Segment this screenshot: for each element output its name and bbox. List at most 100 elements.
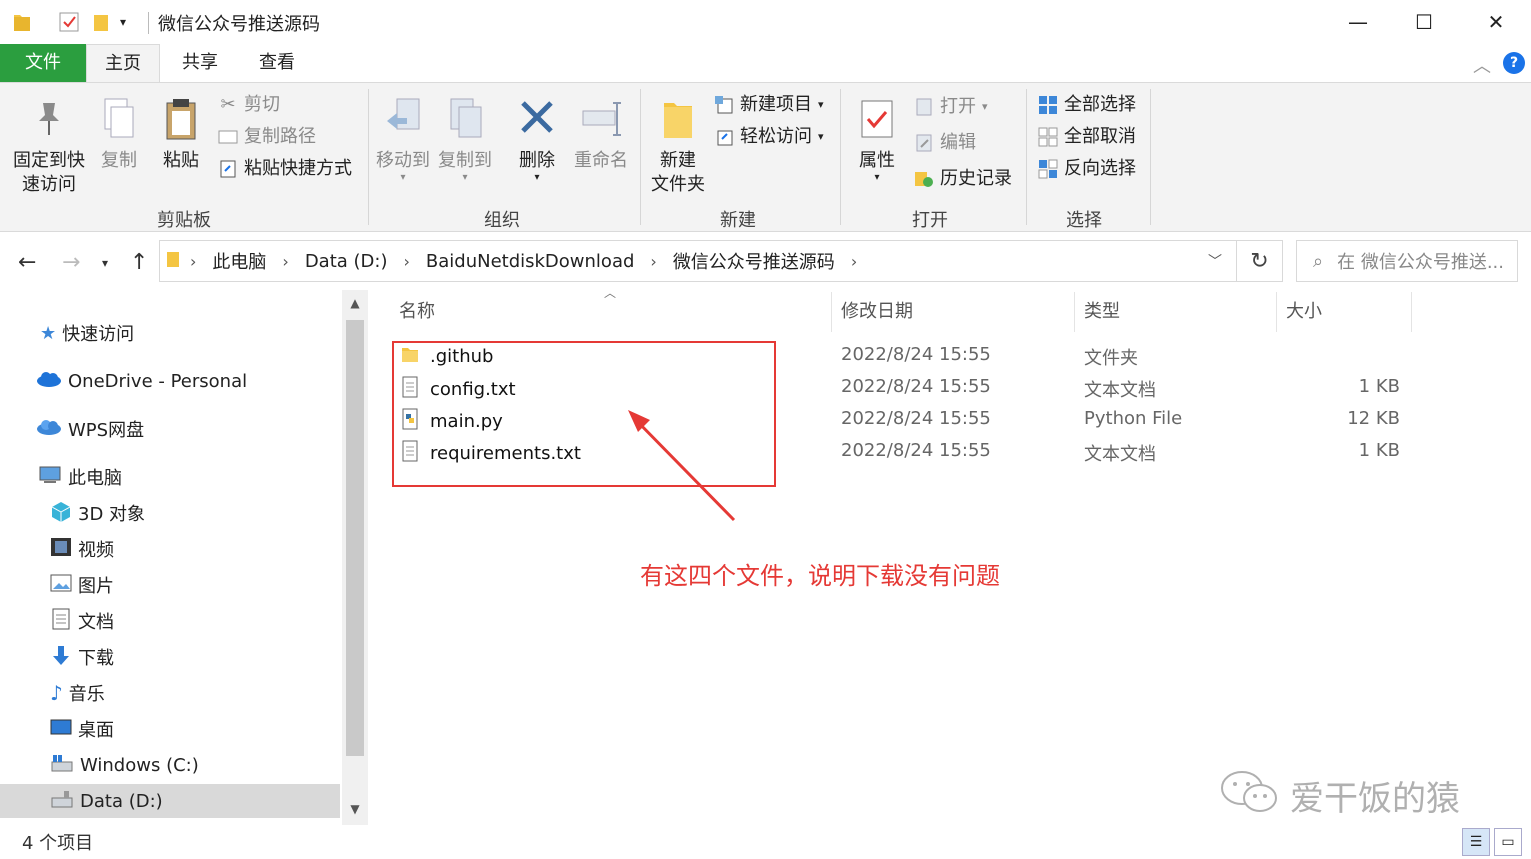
customize-toolbar-icon[interactable]: ▾ bbox=[120, 10, 126, 34]
column-divider[interactable] bbox=[1411, 292, 1412, 332]
column-header-name[interactable]: 名称 bbox=[399, 292, 435, 332]
chevron-right-icon[interactable]: › bbox=[650, 252, 656, 271]
open-button[interactable]: 打开 ▾ bbox=[914, 95, 988, 119]
scroll-down-icon[interactable]: ▼ bbox=[342, 802, 368, 816]
nav-drive-d[interactable]: Data (D:) bbox=[0, 784, 340, 818]
new-folder-quick-icon[interactable] bbox=[92, 10, 112, 34]
breadcrumb-current[interactable]: 微信公众号推送源码 bbox=[673, 248, 835, 274]
invert-selection-button[interactable]: 反向选择 bbox=[1038, 157, 1136, 181]
nav-onedrive[interactable]: OneDrive - Personal bbox=[36, 364, 247, 398]
music-note-icon: ♪ bbox=[50, 681, 63, 705]
column-divider[interactable] bbox=[1074, 292, 1075, 332]
recent-locations-icon[interactable]: ▾ bbox=[102, 256, 108, 270]
maximize-button[interactable]: ☐ bbox=[1392, 0, 1456, 44]
chevron-right-icon[interactable]: › bbox=[282, 252, 288, 271]
search-input[interactable]: ⌕ 在 微信公众号推送... bbox=[1296, 240, 1518, 282]
nav-downloads[interactable]: 下载 bbox=[50, 640, 114, 674]
nav-quick-access[interactable]: ★ 快速访问 bbox=[40, 316, 134, 350]
nav-desktop[interactable]: 桌面 bbox=[50, 712, 114, 746]
nav-drive-c[interactable]: Windows (C:) bbox=[50, 748, 199, 782]
copy-to-button[interactable]: 复制到 ▾ bbox=[436, 95, 494, 183]
breadcrumb-drive-d[interactable]: Data (D:) bbox=[305, 251, 388, 272]
nav-videos-label: 视频 bbox=[78, 540, 114, 561]
properties-quick-icon[interactable] bbox=[58, 10, 80, 34]
select-group-label: 选择 bbox=[1066, 210, 1102, 231]
help-icon[interactable]: ? bbox=[1503, 52, 1525, 74]
close-button[interactable]: ✕ bbox=[1464, 0, 1528, 44]
copy-path-button[interactable]: 复制路径 bbox=[218, 125, 316, 149]
copy-label: 复制 bbox=[101, 150, 137, 171]
scroll-thumb[interactable] bbox=[346, 320, 364, 756]
folder-icon[interactable] bbox=[12, 10, 32, 34]
minimize-button[interactable]: — bbox=[1326, 0, 1390, 44]
search-icon: ⌕ bbox=[1313, 250, 1324, 272]
wechat-icon bbox=[1218, 768, 1282, 823]
file-type: 文件夹 bbox=[1084, 348, 1138, 369]
new-item-button[interactable]: 新建项目 ▾ bbox=[714, 93, 824, 117]
tab-share[interactable]: 共享 bbox=[164, 44, 236, 82]
history-button[interactable]: 历史记录 bbox=[914, 167, 1012, 191]
refresh-icon[interactable]: ↻ bbox=[1237, 240, 1283, 282]
tab-view[interactable]: 查看 bbox=[240, 44, 314, 82]
ribbon-separator bbox=[840, 89, 841, 225]
delete-button[interactable]: 删除 ▾ bbox=[512, 95, 562, 183]
address-bar[interactable]: › 此电脑 › Data (D:) › BaiduNetdiskDownload… bbox=[159, 240, 1237, 282]
rename-button[interactable]: 重命名 bbox=[570, 95, 632, 173]
pin-quick-access-button[interactable]: 固定到快 速访问 bbox=[10, 95, 88, 197]
column-divider[interactable] bbox=[831, 292, 832, 332]
easy-access-button[interactable]: 轻松访问 ▾ bbox=[714, 125, 824, 149]
ribbon: 固定到快 速访问 复制 粘贴 ✂ 剪切 复制路径 粘贴快捷方式 剪贴板 移动到 … bbox=[0, 82, 1531, 232]
nav-this-pc[interactable]: 此电脑 bbox=[38, 460, 122, 494]
new-folder-button[interactable]: 新建 文件夹 bbox=[648, 95, 708, 197]
move-to-button[interactable]: 移动到 ▾ bbox=[374, 95, 432, 183]
breadcrumb-this-pc[interactable]: 此电脑 bbox=[212, 248, 266, 274]
nav-wps[interactable]: WPS网盘 bbox=[36, 412, 144, 446]
column-header-modified[interactable]: 修改日期 bbox=[841, 292, 913, 332]
details-view-icon[interactable]: ☰ bbox=[1462, 828, 1490, 856]
rename-label: 重命名 bbox=[574, 150, 628, 171]
paste-button[interactable]: 粘贴 bbox=[156, 95, 206, 173]
new-item-label: 新建项目 bbox=[740, 94, 812, 115]
edit-button[interactable]: 编辑 bbox=[914, 131, 976, 155]
select-none-button[interactable]: 全部取消 bbox=[1038, 125, 1136, 149]
cut-button[interactable]: ✂ 剪切 bbox=[218, 93, 280, 117]
tab-file[interactable]: 文件 bbox=[0, 44, 86, 82]
nav-scrollbar[interactable]: ▲ ▼ bbox=[342, 290, 368, 825]
address-dropdown-icon[interactable]: ﹀ bbox=[1208, 251, 1222, 271]
column-header-size[interactable]: 大小 bbox=[1286, 292, 1322, 332]
collapse-ribbon-icon[interactable]: ︿ bbox=[1473, 52, 1491, 78]
scroll-up-icon[interactable]: ▲ bbox=[342, 296, 368, 310]
up-arrow-icon[interactable]: ↑ bbox=[130, 250, 148, 275]
nav-music-label: 音乐 bbox=[68, 684, 105, 705]
drive-icon bbox=[50, 789, 74, 814]
nav-music[interactable]: ♪ 音乐 bbox=[50, 676, 105, 710]
select-all-button[interactable]: 全部选择 bbox=[1038, 93, 1136, 117]
nav-documents[interactable]: 文档 bbox=[50, 604, 114, 638]
properties-icon bbox=[857, 95, 897, 143]
nav-videos[interactable]: 视频 bbox=[50, 532, 114, 566]
paste-shortcut-button[interactable]: 粘贴快捷方式 bbox=[218, 157, 352, 181]
history-label: 历史记录 bbox=[940, 168, 1012, 189]
chevron-right-icon[interactable]: › bbox=[851, 252, 857, 271]
nav-drive-c-label: Windows (C:) bbox=[80, 754, 199, 776]
breadcrumb-baidu[interactable]: BaiduNetdiskDownload bbox=[426, 251, 635, 272]
title-separator bbox=[148, 12, 149, 34]
nav-pictures[interactable]: 图片 bbox=[50, 568, 114, 602]
back-arrow-icon[interactable]: ← bbox=[18, 250, 36, 275]
paste-shortcut-label: 粘贴快捷方式 bbox=[244, 158, 352, 179]
move-to-label: 移动到 bbox=[376, 150, 430, 171]
column-divider[interactable] bbox=[1276, 292, 1277, 332]
clipboard-group-label: 剪贴板 bbox=[157, 210, 211, 231]
copy-button[interactable]: 复制 bbox=[94, 95, 144, 173]
large-icons-view-icon[interactable]: ▭ bbox=[1494, 828, 1522, 856]
chevron-right-icon[interactable]: › bbox=[403, 252, 409, 271]
column-header-type[interactable]: 类型 bbox=[1084, 292, 1120, 332]
select-none-label: 全部取消 bbox=[1064, 126, 1136, 147]
nav-3d-objects[interactable]: 3D 对象 bbox=[50, 496, 145, 530]
move-to-caret-icon: ▾ bbox=[400, 172, 406, 183]
properties-button[interactable]: 属性 ▾ bbox=[852, 95, 902, 183]
cut-label: 剪切 bbox=[244, 94, 280, 115]
forward-arrow-icon[interactable]: → bbox=[62, 250, 80, 275]
chevron-right-icon[interactable]: › bbox=[190, 252, 196, 271]
tab-home[interactable]: 主页 bbox=[86, 44, 160, 82]
